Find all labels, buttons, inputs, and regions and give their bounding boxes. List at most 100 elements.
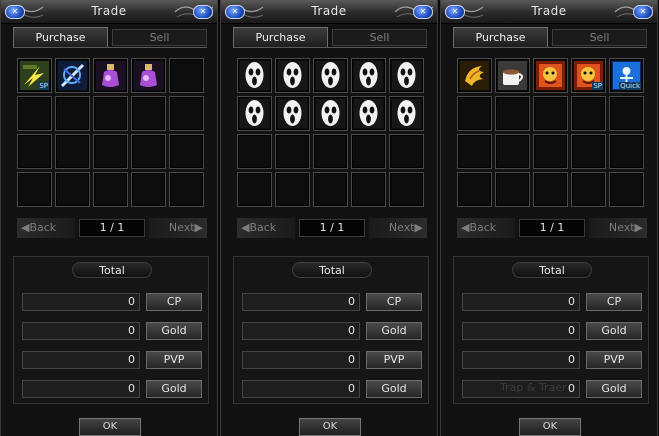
- item-slot[interactable]: Quick: [609, 58, 644, 93]
- item-slot[interactable]: [17, 96, 52, 131]
- item-slot[interactable]: [571, 134, 606, 169]
- item-slot[interactable]: [169, 134, 204, 169]
- item-slot[interactable]: SP: [571, 58, 606, 93]
- item-slot[interactable]: [389, 134, 424, 169]
- tab-purchase[interactable]: Purchase: [453, 27, 548, 47]
- ghost-mask-icon[interactable]: [316, 99, 345, 128]
- item-slot[interactable]: SP: [17, 58, 52, 93]
- item-slot[interactable]: [495, 134, 530, 169]
- ok-button[interactable]: OK: [299, 418, 361, 436]
- tab-sell[interactable]: Sell: [112, 29, 207, 46]
- currency-button[interactable]: CP: [586, 293, 642, 311]
- currency-button[interactable]: Gold: [146, 322, 202, 340]
- next-button[interactable]: Next▶: [369, 218, 427, 238]
- item-slot[interactable]: [313, 58, 348, 93]
- item-slot[interactable]: [351, 134, 386, 169]
- item-slot[interactable]: [313, 96, 348, 131]
- item-slot[interactable]: [275, 172, 310, 207]
- currency-button[interactable]: CP: [366, 293, 422, 311]
- item-slot[interactable]: [457, 134, 492, 169]
- item-slot[interactable]: [237, 96, 272, 131]
- tab-sell[interactable]: Sell: [332, 29, 427, 46]
- item-slot[interactable]: [571, 96, 606, 131]
- currency-button[interactable]: Gold: [586, 380, 642, 398]
- ghost-mask-icon[interactable]: [278, 61, 307, 90]
- next-button[interactable]: Next▶: [589, 218, 647, 238]
- item-slot[interactable]: [389, 58, 424, 93]
- item-slot[interactable]: [351, 96, 386, 131]
- item-slot[interactable]: [533, 172, 568, 207]
- currency-button[interactable]: CP: [146, 293, 202, 311]
- monster-card-icon[interactable]: [536, 61, 565, 90]
- item-slot[interactable]: [351, 58, 386, 93]
- ghost-mask-icon[interactable]: [278, 99, 307, 128]
- item-slot[interactable]: [457, 96, 492, 131]
- ok-button[interactable]: OK: [519, 418, 581, 436]
- ghost-mask-icon[interactable]: [316, 61, 345, 90]
- back-button[interactable]: ◀Back: [17, 218, 75, 238]
- ghost-mask-icon[interactable]: [354, 99, 383, 128]
- blue-skill-icon[interactable]: [58, 61, 87, 90]
- item-slot[interactable]: [169, 172, 204, 207]
- item-slot[interactable]: [389, 172, 424, 207]
- currency-button[interactable]: PVP: [146, 351, 202, 369]
- item-slot[interactable]: [17, 134, 52, 169]
- item-slot[interactable]: [237, 172, 272, 207]
- golden-wing-icon[interactable]: [460, 61, 489, 90]
- item-slot[interactable]: [389, 96, 424, 131]
- ghost-mask-icon[interactable]: [354, 61, 383, 90]
- item-slot[interactable]: [131, 96, 166, 131]
- currency-button[interactable]: PVP: [366, 351, 422, 369]
- currency-button[interactable]: Gold: [586, 322, 642, 340]
- item-slot[interactable]: [93, 172, 128, 207]
- item-slot[interactable]: [495, 58, 530, 93]
- item-slot[interactable]: [169, 96, 204, 131]
- item-slot[interactable]: [131, 58, 166, 93]
- quick-skill-icon[interactable]: Quick: [612, 61, 641, 90]
- tab-sell[interactable]: Sell: [552, 29, 647, 46]
- item-slot[interactable]: [609, 134, 644, 169]
- item-slot[interactable]: [275, 134, 310, 169]
- item-slot[interactable]: [457, 58, 492, 93]
- purple-potion-icon[interactable]: [96, 61, 125, 90]
- item-slot[interactable]: [457, 172, 492, 207]
- item-slot[interactable]: [169, 58, 204, 93]
- item-slot[interactable]: [93, 96, 128, 131]
- lightning-scroll-icon[interactable]: SP: [20, 61, 49, 90]
- item-slot[interactable]: [131, 134, 166, 169]
- item-slot[interactable]: [93, 58, 128, 93]
- ok-button[interactable]: OK: [79, 418, 141, 436]
- item-slot[interactable]: [609, 96, 644, 131]
- ghost-mask-icon[interactable]: [240, 61, 269, 90]
- currency-button[interactable]: PVP: [586, 351, 642, 369]
- tab-purchase[interactable]: Purchase: [13, 27, 108, 47]
- next-button[interactable]: Next▶: [149, 218, 207, 238]
- currency-button[interactable]: Gold: [366, 322, 422, 340]
- back-button[interactable]: ◀Back: [457, 218, 515, 238]
- coffee-cup-icon[interactable]: [498, 61, 527, 90]
- ghost-mask-icon[interactable]: [392, 61, 421, 90]
- ghost-mask-icon[interactable]: [240, 99, 269, 128]
- item-slot[interactable]: [533, 134, 568, 169]
- item-slot[interactable]: [275, 58, 310, 93]
- item-slot[interactable]: [533, 96, 568, 131]
- item-slot[interactable]: [351, 172, 386, 207]
- item-slot[interactable]: [17, 172, 52, 207]
- currency-button[interactable]: Gold: [366, 380, 422, 398]
- item-slot[interactable]: [237, 58, 272, 93]
- item-slot[interactable]: [495, 96, 530, 131]
- monster-card-icon[interactable]: SP: [574, 61, 603, 90]
- ghost-mask-icon[interactable]: [392, 99, 421, 128]
- item-slot[interactable]: [93, 134, 128, 169]
- item-slot[interactable]: [609, 172, 644, 207]
- item-slot[interactable]: [495, 172, 530, 207]
- item-slot[interactable]: [55, 96, 90, 131]
- tab-purchase[interactable]: Purchase: [233, 27, 328, 47]
- item-slot[interactable]: [131, 172, 166, 207]
- back-button[interactable]: ◀Back: [237, 218, 295, 238]
- item-slot[interactable]: [237, 134, 272, 169]
- item-slot[interactable]: [275, 96, 310, 131]
- purple-potion-icon[interactable]: [134, 61, 163, 90]
- item-slot[interactable]: [571, 172, 606, 207]
- item-slot[interactable]: [533, 58, 568, 93]
